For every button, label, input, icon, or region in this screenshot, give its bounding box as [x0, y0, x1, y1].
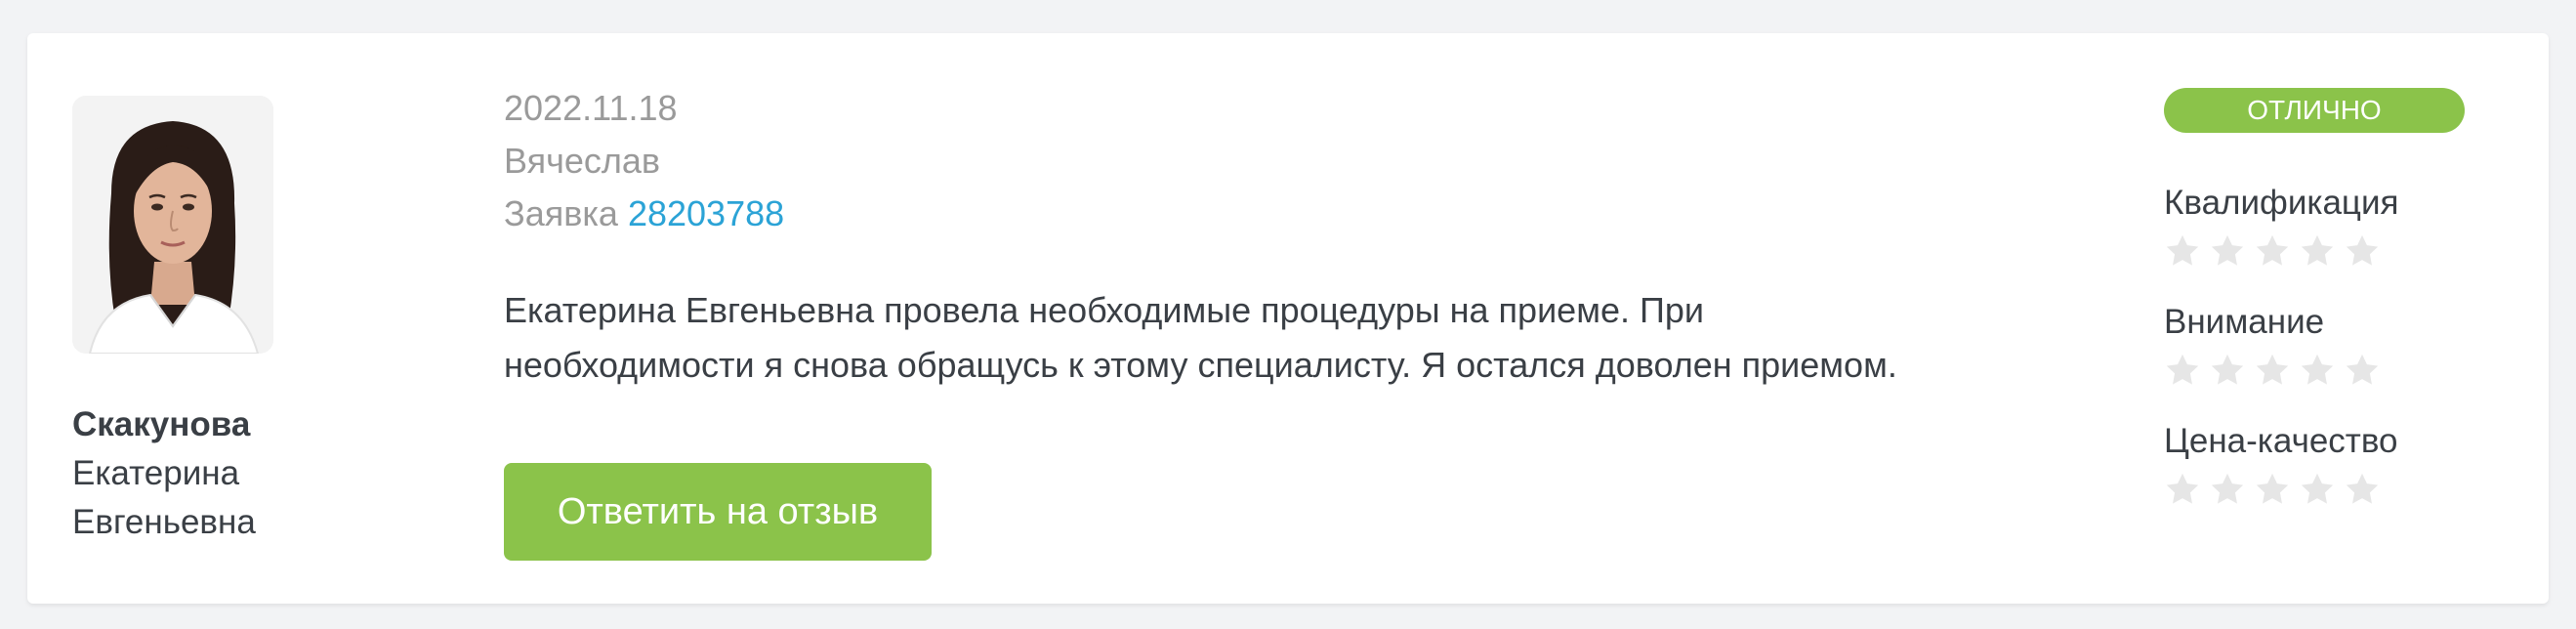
star-icon — [2344, 352, 2381, 389]
review-text-line-1: Екатерина Евгеньевна провела необходимые… — [504, 290, 1704, 330]
star-icon — [2164, 232, 2201, 270]
request-number-link[interactable]: 28203788 — [628, 193, 784, 233]
review-text-line-2: необходимости я снова обращусь к этому с… — [504, 345, 1897, 385]
star-icon — [2299, 352, 2336, 389]
review-text: Екатерина Евгеньевна провела необходимые… — [504, 283, 2183, 393]
rating-label-price-quality: Цена-качество — [2164, 422, 2398, 460]
rating-label-attention: Внимание — [2164, 303, 2325, 341]
rating-stars-attention — [2164, 346, 2515, 395]
star-icon — [2344, 232, 2381, 270]
rating-label-qualification: Квалификация — [2164, 184, 2399, 222]
star-icon — [2164, 352, 2201, 389]
verdict-badge: ОТЛИЧНО — [2164, 88, 2465, 133]
star-icon — [2299, 232, 2336, 270]
star-icon — [2344, 471, 2381, 508]
rating-stars-qualification — [2164, 227, 2515, 275]
star-icon — [2254, 352, 2291, 389]
star-icon — [2209, 471, 2246, 508]
review-date: 2022.11.18 — [504, 88, 678, 128]
review-author: Вячеслав — [504, 141, 661, 181]
review-request: Заявка 28203788 — [504, 188, 784, 240]
rating-stars-price-quality — [2164, 465, 2515, 514]
star-icon — [2209, 352, 2246, 389]
star-icon — [2209, 232, 2246, 270]
star-icon — [2164, 471, 2201, 508]
reply-to-review-button[interactable]: Ответить на отзыв — [504, 463, 932, 561]
doctor-photo — [72, 96, 273, 354]
star-icon — [2254, 232, 2291, 270]
review-card: Скакунова Екатерина Евгеньевна 2022.11.1… — [27, 33, 2549, 604]
request-label: Заявка — [504, 193, 618, 233]
doctor-patronymic: Евгеньевна — [72, 503, 256, 541]
doctor-surname: Скакунова — [72, 405, 251, 443]
ratings-panel: Квалификация Внимание Цена-качество — [2164, 180, 2515, 537]
doctor-name: Скакунова Екатерина Евгеньевна — [72, 400, 365, 547]
star-icon — [2254, 471, 2291, 508]
review-meta: 2022.11.18 Вячеслав Заявка 28203788 — [504, 82, 784, 240]
doctor-first-name: Екатерина — [72, 454, 240, 492]
star-icon — [2299, 471, 2336, 508]
doctor-portrait-image — [72, 96, 273, 354]
